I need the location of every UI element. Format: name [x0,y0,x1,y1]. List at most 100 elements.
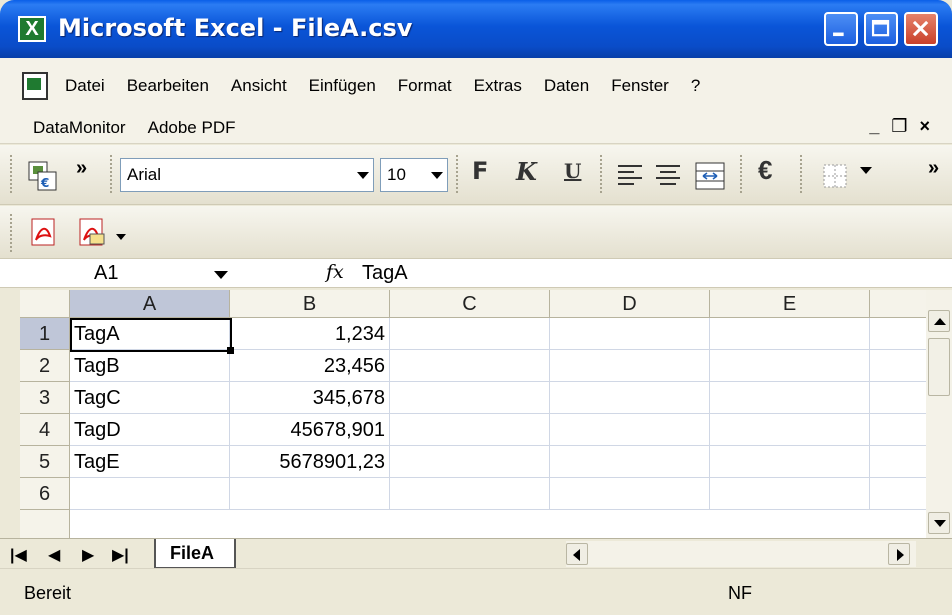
row-header[interactable]: 3 [20,382,70,414]
minimize-button[interactable] [824,12,858,46]
first-sheet-icon[interactable]: |◀ [10,545,27,565]
cell-c1[interactable] [390,318,550,350]
cell-b4[interactable]: 45678,901 [230,414,390,446]
column-header-b[interactable]: B [230,290,390,318]
row-header[interactable]: 1 [20,318,70,350]
row-header[interactable]: 2 [20,350,70,382]
cell-d6[interactable] [550,478,710,510]
underline-button[interactable]: U [564,159,581,183]
cell-c3[interactable] [390,382,550,414]
toolbar-grip[interactable] [456,155,460,193]
column-header-c[interactable]: C [390,290,550,318]
menu-help[interactable]: ? [680,76,711,96]
cell-e2[interactable] [710,350,870,382]
toolbar-overflow-icon[interactable]: » [928,157,939,180]
doc-restore-icon[interactable]: ❐ [891,116,919,136]
borders-icon[interactable] [822,163,850,189]
prev-sheet-icon[interactable]: ◀ [48,545,60,565]
cell-e3[interactable] [710,382,870,414]
column-header-f[interactable] [870,290,926,318]
sheet-tab-filea[interactable]: FileA [154,539,237,569]
cell-e6[interactable] [710,478,870,510]
menu-daten[interactable]: Daten [533,76,600,96]
cell-b2[interactable]: 23,456 [230,350,390,382]
row-header[interactable] [20,510,70,538]
select-all-corner[interactable] [20,290,70,318]
menu-extras[interactable]: Extras [463,76,533,96]
toolbar-grip[interactable] [110,155,114,193]
toolbar-grip[interactable] [10,155,14,193]
vertical-scrollbar[interactable] [926,290,952,538]
scroll-down-button[interactable] [928,512,950,534]
scroll-left-button[interactable] [566,543,588,565]
scroll-thumb[interactable] [928,338,950,396]
cell-f4[interactable] [870,414,926,446]
cell-c5[interactable] [390,446,550,478]
formula-input[interactable]: TagA [362,260,408,287]
menu-datei[interactable]: Datei [54,76,116,96]
excel-app-icon[interactable]: X [18,16,46,42]
cell-f2[interactable] [870,350,926,382]
column-header-d[interactable]: D [550,290,710,318]
font-size-select[interactable]: 10 [380,158,448,192]
cell-a5[interactable]: TagE [70,446,230,478]
maximize-button[interactable] [864,12,898,46]
horizontal-scrollbar[interactable] [566,541,916,567]
menu-format[interactable]: Format [387,76,463,96]
italic-button[interactable]: K [516,157,537,186]
row-header[interactable]: 5 [20,446,70,478]
column-header-e[interactable]: E [710,290,870,318]
next-sheet-icon[interactable]: ▶ [82,545,94,565]
column-header-a[interactable]: A [70,290,230,318]
cell-f1[interactable] [870,318,926,350]
doc-minimize-icon[interactable]: _ [869,116,891,136]
cell-d2[interactable] [550,350,710,382]
cell-f5[interactable] [870,446,926,478]
borders-dropdown-icon[interactable] [860,167,872,174]
toolbar-grip[interactable] [800,155,804,193]
name-box[interactable]: A1 [2,260,240,287]
row-header[interactable]: 4 [20,414,70,446]
workbook-icon[interactable] [22,72,48,100]
close-button[interactable] [904,12,938,46]
convert-to-pdf-icon[interactable] [28,216,60,248]
pdf-email-icon[interactable] [76,216,108,248]
cell-b1[interactable]: 1,234 [230,318,390,350]
last-sheet-icon[interactable]: ▶| [112,545,129,565]
cell-d5[interactable] [550,446,710,478]
merge-center-icon[interactable] [694,161,726,191]
scroll-up-button[interactable] [928,310,950,332]
row-header[interactable]: 6 [20,478,70,510]
font-name-select[interactable]: Arial [120,158,374,192]
pdf-dropdown-icon[interactable] [116,234,126,240]
toolbar-grip[interactable] [740,155,744,193]
bold-button[interactable]: F [472,157,488,185]
menu-ansicht[interactable]: Ansicht [220,76,298,96]
cell-e1[interactable] [710,318,870,350]
toolbar-overflow-icon[interactable]: » [76,157,87,180]
menu-datamonitor[interactable]: DataMonitor [22,118,137,138]
cell-c6[interactable] [390,478,550,510]
cell-b3[interactable]: 345,678 [230,382,390,414]
copy-format-icon[interactable]: € [26,159,60,193]
cell-a3[interactable]: TagC [70,382,230,414]
cell-e5[interactable] [710,446,870,478]
toolbar-grip[interactable] [600,155,604,193]
menu-einfuegen[interactable]: Einfügen [298,76,387,96]
menu-fenster[interactable]: Fenster [600,76,680,96]
cell-a2[interactable]: TagB [70,350,230,382]
toolbar-grip[interactable] [10,214,14,252]
cell-a4[interactable]: TagD [70,414,230,446]
spreadsheet-grid[interactable]: A B C D E 1 TagA 1,234 2 TagB 23,456 3 T… [20,290,926,538]
title-bar[interactable]: X Microsoft Excel - FileA.csv [0,0,952,58]
cell-b6[interactable] [230,478,390,510]
align-center-icon[interactable] [654,163,682,189]
currency-button[interactable]: € [758,155,772,186]
cell-c4[interactable] [390,414,550,446]
cell-a6[interactable] [70,478,230,510]
menu-adobe-pdf[interactable]: Adobe PDF [137,118,247,138]
cell-b5[interactable]: 5678901,23 [230,446,390,478]
cell-d4[interactable] [550,414,710,446]
cell-d3[interactable] [550,382,710,414]
cell-f3[interactable] [870,382,926,414]
